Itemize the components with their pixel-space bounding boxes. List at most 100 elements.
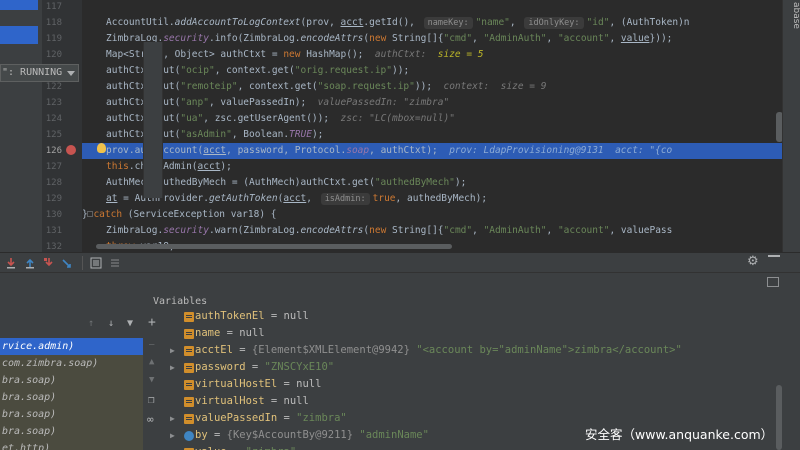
code-line[interactable]: Map<String, Object> authCtxt = new HashM… (82, 47, 782, 63)
variables-scrollbar[interactable] (776, 385, 782, 450)
show-watches-icon[interactable]: ∞ (147, 413, 154, 426)
expand-arrow-icon[interactable]: ▶ (170, 359, 175, 376)
stack-frame[interactable]: com.zimbra.soap) (0, 355, 143, 372)
expand-arrow-icon[interactable]: ▶ (170, 427, 175, 444)
variable-equals: = (277, 412, 297, 424)
expand-arrow-icon[interactable]: ▶ (170, 342, 175, 359)
hide-panel-icon[interactable] (768, 255, 780, 257)
variable-equals: = (207, 429, 227, 441)
variable-string-value: "ZNSCYxE10" (264, 361, 335, 373)
variable-row[interactable]: ▶ value = "zimbra" (164, 444, 778, 450)
stack-frame[interactable]: bra.soap) (0, 406, 143, 423)
variable-name: value (195, 446, 227, 450)
stack-frame[interactable]: bra.soap) (0, 372, 143, 389)
line-number[interactable]: 119 (42, 31, 62, 47)
code-line[interactable]: prov.authAccount(acct, password, Protoco… (82, 143, 782, 159)
stack-frame[interactable]: et.http) (0, 440, 143, 450)
line-number[interactable]: 125 (42, 127, 62, 143)
stack-frame[interactable]: bra.soap) (0, 423, 143, 440)
line-number[interactable]: 124 (42, 111, 62, 127)
project-tree-selection[interactable] (0, 26, 38, 44)
field-icon (184, 397, 194, 407)
next-frame-icon[interactable]: ↓ (108, 318, 114, 329)
code-line[interactable]: authCtxt.put("asAdmin", Boolean.TRUE); (82, 127, 782, 143)
variable-row[interactable]: virtualHostEl = null (164, 376, 778, 393)
editor-horizontal-scrollbar[interactable] (96, 244, 452, 249)
chevron-down-icon[interactable] (67, 71, 75, 76)
layout-settings-icon[interactable] (767, 277, 779, 287)
run-to-cursor-icon[interactable] (62, 257, 74, 269)
variable-name: valuePassedIn (195, 412, 278, 424)
variable-name: password (195, 361, 246, 373)
code-line[interactable]: ZimbraLog.security.warn(ZimbraLog.encode… (82, 223, 782, 239)
field-icon (184, 363, 194, 373)
database-tool-tab[interactable]: abase (779, 0, 800, 60)
code-line[interactable]: ZimbraLog.security.info(ZimbraLog.encode… (82, 31, 782, 47)
expand-arrow-icon[interactable]: ▶ (170, 444, 175, 450)
code-line[interactable]: AccountUtil.addAccountToLogContext(prov,… (82, 15, 782, 31)
copy-icon[interactable]: ❐ (148, 393, 155, 406)
step-out-icon[interactable] (24, 257, 36, 269)
previous-frame-icon[interactable]: ↑ (88, 318, 94, 329)
code-text: authCtxt.put("remoteip", context.get("so… (106, 81, 547, 92)
line-number[interactable]: 131 (42, 223, 62, 239)
field-icon (184, 329, 194, 339)
move-up-icon[interactable]: ▲ (149, 357, 154, 367)
line-number[interactable]: 127 (42, 159, 62, 175)
code-editor[interactable]: 117 118 AccountUtil.addAccountToLogContext… (0, 0, 800, 252)
add-watch-icon[interactable]: + (148, 315, 156, 330)
variable-equals: = (264, 395, 284, 407)
line-number[interactable]: 120 (42, 47, 62, 63)
stack-frame[interactable]: rvice.admin) (0, 338, 143, 355)
variable-value: null (283, 310, 309, 322)
line-number[interactable]: 126 (42, 143, 62, 159)
move-down-icon[interactable]: ▼ (149, 375, 154, 385)
variable-text: value = "zimbra" (195, 444, 296, 450)
variable-name: by (195, 429, 208, 441)
line-number[interactable]: 128 (42, 175, 62, 191)
lightbulb-icon[interactable] (97, 143, 106, 153)
code-line[interactable]: this.checkAdmin(acct); (82, 159, 782, 175)
expand-arrow-icon[interactable]: ▶ (170, 410, 175, 427)
trace-icon[interactable] (109, 257, 121, 269)
code-line[interactable]: authCtxt.put("ocip", context.get("orig.r… (82, 63, 782, 79)
line-number[interactable]: 129 (42, 191, 62, 207)
variable-equals: = (232, 344, 252, 356)
code-line[interactable]: authCtxt.put("remoteip", context.get("so… (82, 79, 782, 95)
variable-row[interactable]: ▶ acctEl = {Element$XMLElement@9942} "<ac… (164, 342, 778, 359)
variable-row[interactable]: name = null (164, 325, 778, 342)
variable-value: null (283, 395, 309, 407)
code-text: } catch (ServiceException var18) { (82, 209, 277, 220)
line-number[interactable]: 117 (42, 0, 62, 15)
force-step-into-icon[interactable] (43, 257, 55, 269)
code-line[interactable]: authCtxt.put("anp", valuePassedIn); valu… (82, 95, 782, 111)
variable-row[interactable]: ▶ password = "ZNSCYxE10" (164, 359, 778, 376)
evaluate-expression-icon[interactable] (90, 257, 102, 269)
line-number[interactable]: 130 (42, 207, 62, 223)
code-line[interactable]: AuthMech authedByMech = (AuthMech)authCt… (82, 175, 782, 191)
settings-gear-icon[interactable]: ⚙ (747, 254, 759, 269)
breakpoint-icon[interactable] (66, 145, 76, 155)
variable-row[interactable]: virtualHost = null (164, 393, 778, 410)
code-line[interactable]: at = AuthProvider.getAuthToken(acct, isA… (82, 191, 782, 207)
code-text: this.checkAdmin(acct); (106, 161, 232, 172)
stack-frame[interactable]: bra.soap) (0, 389, 143, 406)
filter-frames-icon[interactable]: ▼ (127, 318, 133, 329)
toolbar-separator (82, 256, 83, 270)
variable-row[interactable]: authTokenEl = null (164, 310, 778, 325)
code-line[interactable]: authCtxt.put("ua", zsc.getUserAgent()); … (82, 111, 782, 127)
line-number[interactable]: 118 (42, 15, 62, 31)
project-tree-strip[interactable] (0, 0, 42, 252)
fold-marker-icon[interactable] (87, 211, 93, 217)
line-number[interactable]: 132 (42, 239, 62, 252)
code-line[interactable]: } catch (ServiceException var18) { (82, 207, 782, 223)
step-into-icon[interactable] (5, 257, 17, 269)
variable-name: virtualHost (195, 395, 265, 407)
remove-watch-icon[interactable]: — (149, 340, 154, 350)
code-line[interactable] (82, 0, 782, 15)
variable-string-value: "<account by="adminName">zimbra</account… (409, 344, 682, 356)
variable-equals: = (277, 378, 297, 390)
project-tree-selection[interactable] (0, 0, 38, 10)
line-number[interactable]: 123 (42, 95, 62, 111)
variable-equals: = (227, 446, 246, 450)
